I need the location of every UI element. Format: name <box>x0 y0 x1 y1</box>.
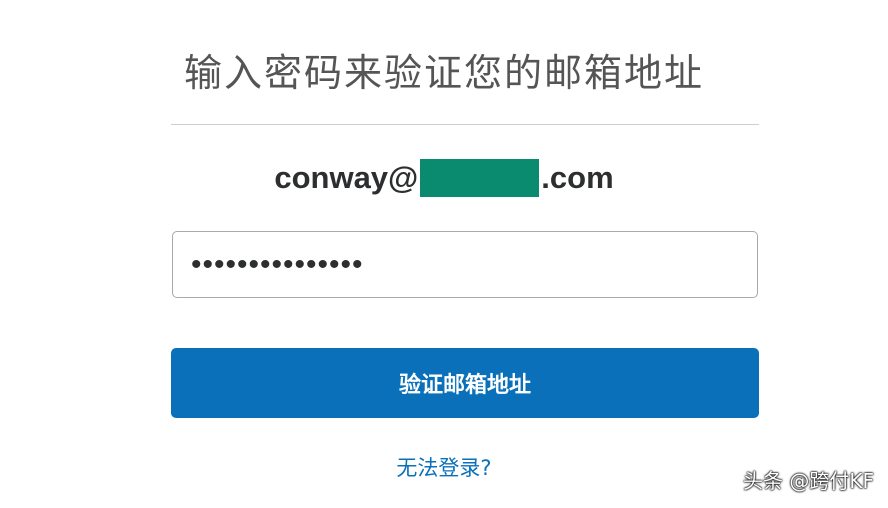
account-email: conway@ .com <box>0 158 888 197</box>
email-prefix: conway@ <box>274 159 419 195</box>
email-redaction-block <box>420 158 540 197</box>
page-title: 输入密码来验证您的邮箱地址 <box>183 51 704 95</box>
divider <box>171 124 759 125</box>
email-suffix: .com <box>541 159 614 195</box>
password-masked-value: ••••••••••••••• <box>191 247 364 281</box>
password-input[interactable]: ••••••••••••••• <box>172 231 758 298</box>
verify-email-button[interactable]: 验证邮箱地址 <box>171 348 759 418</box>
watermark: 头条 @跨付KF <box>743 469 874 493</box>
verify-email-page: 输入密码来验证您的邮箱地址 conway@ .com ••••••••••••••… <box>0 0 888 508</box>
